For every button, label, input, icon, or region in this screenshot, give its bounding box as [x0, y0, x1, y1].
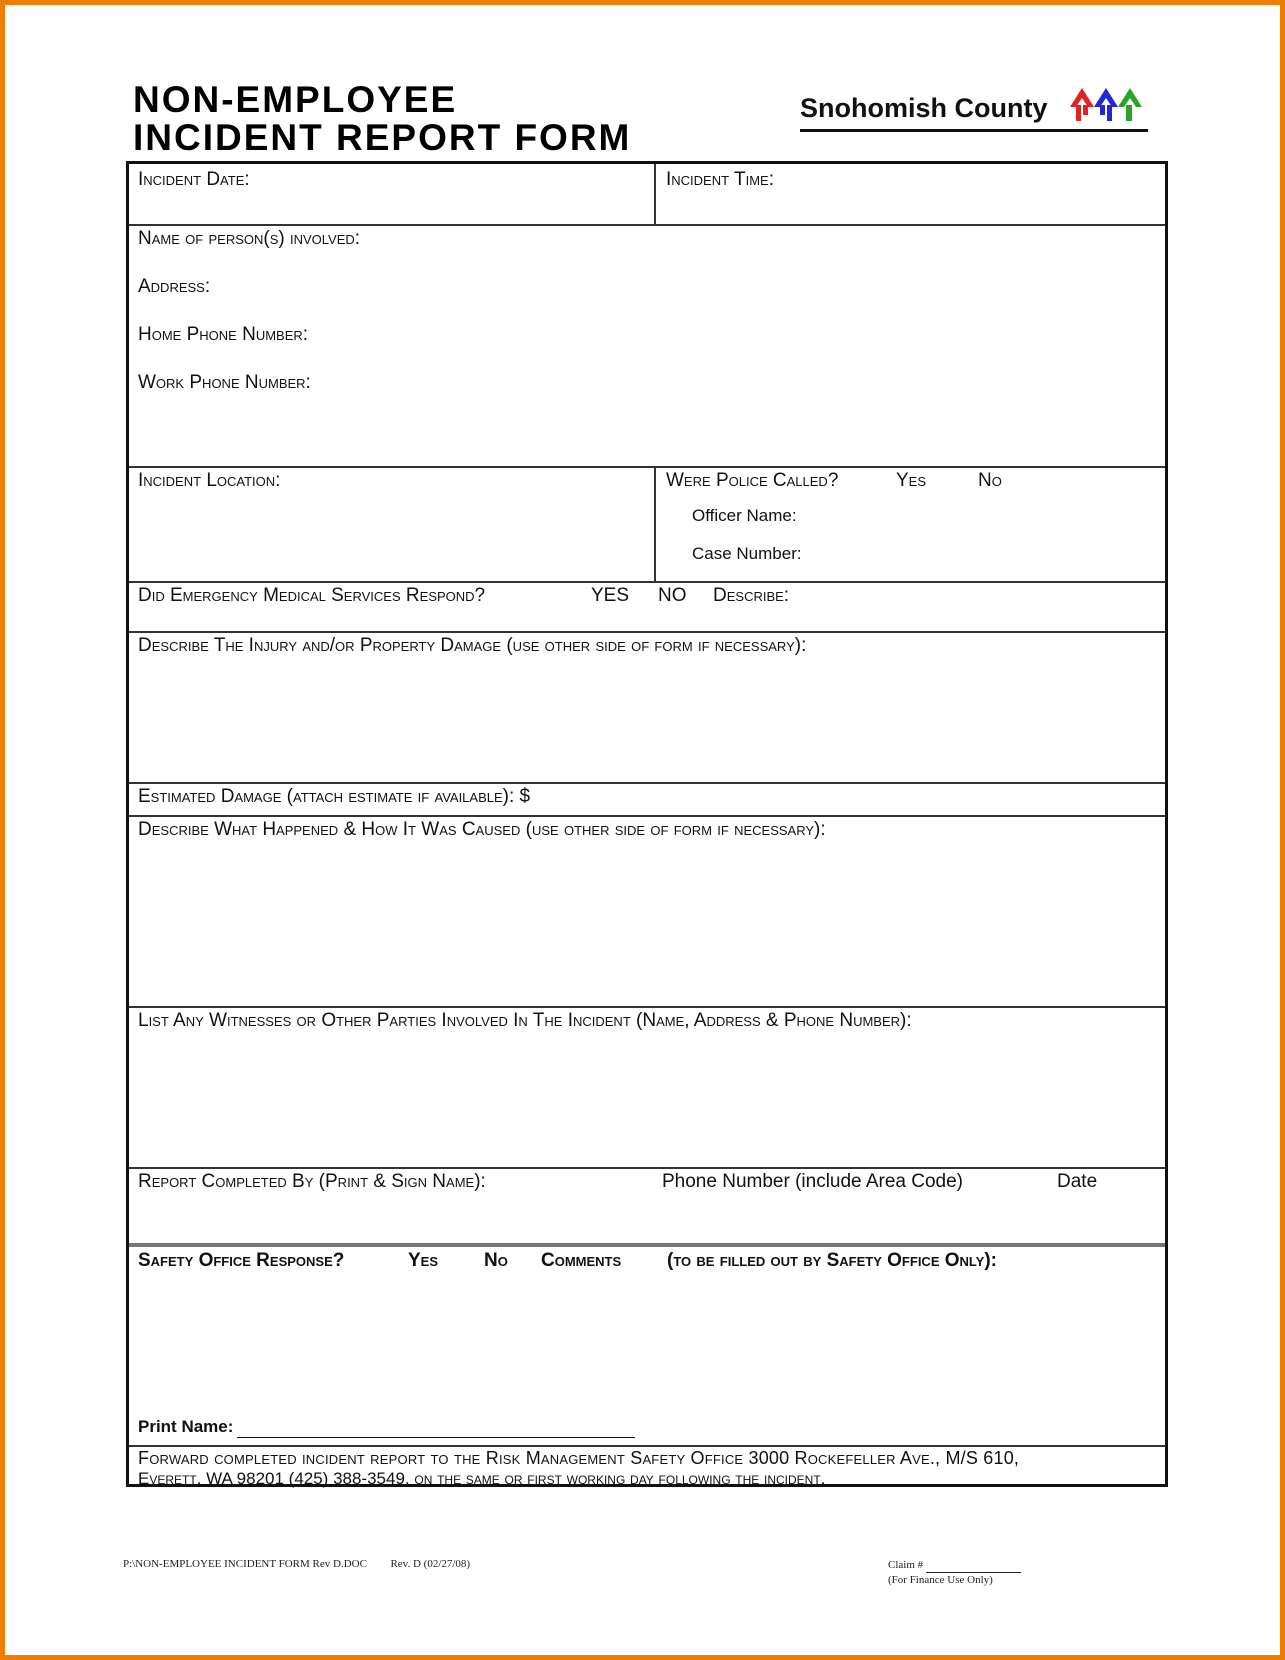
- incident-location-label: Incident Location:: [138, 470, 281, 491]
- police-called-label: Were Police Called?: [666, 470, 839, 491]
- phone-area-code-label: Phone Number (include Area Code): [662, 1171, 964, 1192]
- row-date-time: Incident Date: Incident Time:: [129, 164, 1165, 224]
- print-name-field[interactable]: [237, 1419, 635, 1438]
- police-no-option[interactable]: No: [978, 470, 1002, 492]
- forward-line-2: Everett, WA 98201 (425) 388-3549, on the…: [138, 1469, 826, 1488]
- injury-damage-label: Describe The Injury and/or Property Dama…: [138, 635, 807, 656]
- title-line-1: NON-EMPLOYEE: [133, 79, 458, 120]
- witnesses-label: List Any Witnesses or Other Parties Invo…: [138, 1010, 912, 1031]
- comments-label: Comments: [541, 1250, 622, 1271]
- safety-response-label: Safety Office Response?: [138, 1250, 345, 1271]
- three-arrow-houses-logo-icon: [1070, 88, 1142, 121]
- completed-by-label: Report Completed By (Print & Sign Name):: [138, 1171, 486, 1192]
- safety-only-note: (to be filled out by Safety Office Only)…: [667, 1250, 998, 1271]
- form-title: NON-EMPLOYEE INCIDENT REPORT FORM: [133, 81, 631, 157]
- row-completed-by[interactable]: Report Completed By (Print & Sign Name):…: [129, 1167, 1165, 1243]
- officer-name-label: Officer Name:: [692, 506, 797, 525]
- title-line-2: INCIDENT REPORT FORM: [133, 117, 632, 158]
- logo-underline: [800, 129, 1148, 132]
- date-label: Date: [1057, 1171, 1098, 1192]
- revision: Rev. D (02/27/08): [390, 1558, 471, 1570]
- incident-date-field[interactable]: Incident Date:: [129, 164, 654, 224]
- claim-number-field[interactable]: [925, 1560, 1021, 1573]
- home-phone-label: Home Phone Number:: [138, 324, 309, 345]
- ems-describe-label: Describe:: [713, 585, 790, 606]
- footer-claim-info: Claim # (For Finance Use Only): [888, 1558, 1021, 1588]
- police-yes-option[interactable]: Yes: [896, 470, 926, 492]
- row-witnesses[interactable]: List Any Witnesses or Other Parties Invo…: [129, 1006, 1165, 1167]
- row-what-happened[interactable]: Describe What Happened & How It Was Caus…: [129, 815, 1165, 1006]
- row-injury-damage[interactable]: Describe The Injury and/or Property Dama…: [129, 631, 1165, 782]
- incident-time-field[interactable]: Incident Time:: [656, 164, 1165, 224]
- incident-date-label: Incident Date:: [138, 169, 250, 190]
- row-safety-office: Safety Office Response? Yes No Comments …: [129, 1243, 1165, 1445]
- estimated-damage-label: Estimated Damage (attach estimate if ava…: [138, 786, 531, 807]
- ems-no-option[interactable]: NO: [658, 585, 687, 607]
- incident-report-form: Incident Date: Incident Time: Name of pe…: [126, 161, 1168, 1488]
- name-involved-label: Name of person(s) involved:: [138, 228, 361, 249]
- claim-label: Claim #: [888, 1559, 924, 1571]
- finance-note: (For Finance Use Only): [888, 1574, 993, 1586]
- ems-yes-option[interactable]: YES: [591, 585, 629, 607]
- blue-arrow-icon: [1094, 88, 1118, 121]
- ems-question-label: Did Emergency Medical Services Respond?: [138, 585, 486, 606]
- red-arrow-icon: [1070, 88, 1094, 121]
- case-number-label: Case Number:: [692, 544, 802, 563]
- work-phone-label: Work Phone Number:: [138, 372, 311, 393]
- footer-file-info: P:\NON-EMPLOYEE INCIDENT FORM Rev D.DOC …: [123, 1558, 470, 1570]
- row-estimated-damage[interactable]: Estimated Damage (attach estimate if ava…: [129, 782, 1165, 815]
- incident-time-label: Incident Time:: [666, 169, 774, 190]
- row-location-police: Incident Location: Were Police Called? Y…: [129, 466, 1165, 581]
- row-forward-instructions: Forward completed incident report to the…: [129, 1445, 1165, 1488]
- county-logo: Snohomish County: [800, 87, 1150, 137]
- safety-no-option[interactable]: No: [484, 1250, 508, 1272]
- print-name-label: Print Name:: [138, 1417, 234, 1436]
- logo-text: Snohomish County: [800, 93, 1048, 123]
- row-ems: Did Emergency Medical Services Respond? …: [129, 581, 1165, 631]
- address-label: Address:: [138, 276, 211, 297]
- row-person-info: Name of person(s) involved: Address: Hom…: [129, 224, 1165, 466]
- safety-yes-option[interactable]: Yes: [408, 1250, 438, 1272]
- police-section: Were Police Called? Yes No Officer Name:…: [656, 468, 1165, 581]
- green-arrow-icon: [1118, 88, 1142, 121]
- file-path: P:\NON-EMPLOYEE INCIDENT FORM Rev D.DOC: [123, 1558, 367, 1570]
- forward-line-1: Forward completed incident report to the…: [138, 1448, 1020, 1468]
- incident-location-field[interactable]: Incident Location:: [129, 468, 654, 581]
- what-happened-label: Describe What Happened & How It Was Caus…: [138, 819, 826, 840]
